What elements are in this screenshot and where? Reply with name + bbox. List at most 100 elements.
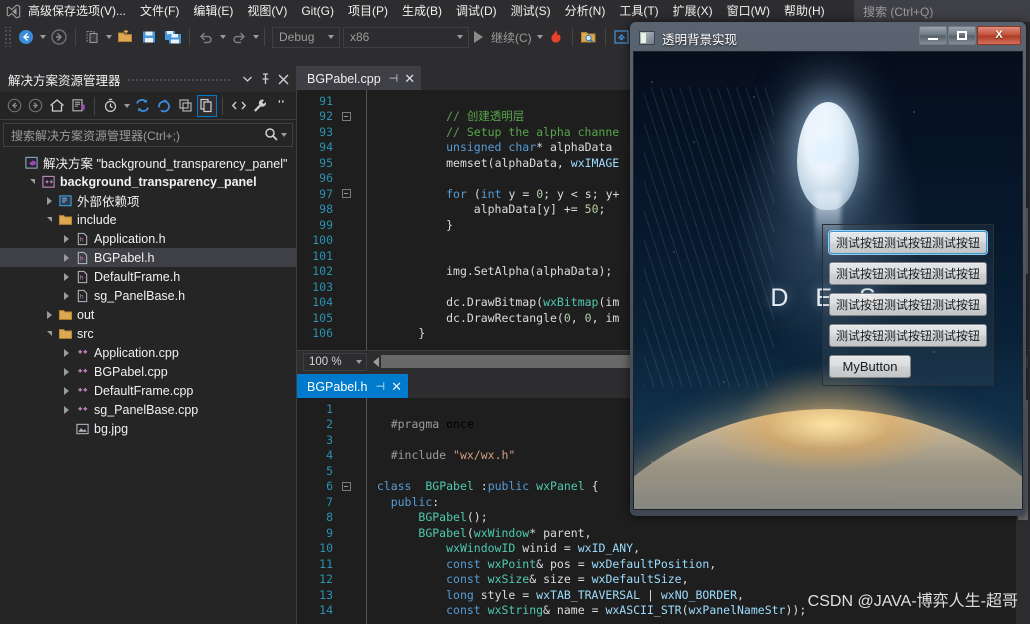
chevron-right-icon[interactable] [59,272,73,281]
se-collapse-all-button[interactable] [175,95,196,117]
transparent-background-app-window[interactable]: 透明背景实现 X D E S 测试按钮测试按钮测试按钮 测试按钮测试按钮测试按钮测… [630,22,1026,516]
minimize-button[interactable] [919,26,947,45]
undo-dropdown-icon[interactable] [220,35,226,39]
tree-item[interactable]: DefaultFrame.cpp [0,381,296,400]
panel-pin-button[interactable] [256,69,274,89]
se-show-all-files-button[interactable] [196,94,218,117]
hot-reload-button[interactable] [544,25,568,49]
chevron-right-icon[interactable] [59,348,73,357]
redo-dropdown-icon[interactable] [253,35,259,39]
se-home-button[interactable] [47,95,68,117]
global-search-input[interactable]: 搜索 (Ctrl+Q) [854,0,1030,22]
tree-item[interactable]: out [0,305,296,324]
chevron-right-icon[interactable] [59,253,73,262]
pin-icon[interactable]: ⊣ [389,72,399,85]
tree-item[interactable]: 外部依赖项 [0,191,296,210]
fold-toggle-icon[interactable]: − [335,189,357,199]
chevron-down-icon[interactable] [42,331,56,336]
chevron-right-icon[interactable] [42,310,56,319]
tree-item[interactable]: h DefaultFrame.h [0,267,296,286]
se-sync-button[interactable] [154,95,175,117]
fold-toggle-icon[interactable]: − [335,111,357,121]
se-properties-button[interactable] [250,95,271,117]
se-overflow-button[interactable] [271,95,292,117]
menu-item-test[interactable]: 测试(S) [504,0,558,22]
menu-item-view[interactable]: 视图(V) [240,0,294,22]
test-button-1[interactable]: 测试按钮测试按钮测试按钮 [829,231,987,254]
menu-item-build[interactable]: 生成(B) [395,0,449,22]
tab-bgpabel-cpp[interactable]: BGPabel.cpp ⊣ ✕ [297,66,422,90]
save-all-button[interactable] [161,25,185,49]
se-solution-overview-button[interactable] [69,95,90,117]
undo-button[interactable] [194,25,218,49]
new-item-dropdown-icon[interactable] [106,35,112,39]
se-nav-back-button[interactable] [4,95,25,117]
tree-item[interactable]: bg.jpg [0,419,296,438]
toolbar-grip[interactable] [4,27,12,47]
my-button[interactable]: MyButton [829,355,911,378]
menu-item-window[interactable]: 窗口(W) [720,0,777,22]
close-icon[interactable]: ✕ [391,379,402,395]
zoom-level-combo[interactable]: 100 % [303,352,367,371]
open-file-button[interactable] [113,25,137,49]
chevron-down-icon[interactable] [25,179,39,184]
start-debug-icon[interactable] [474,31,483,43]
solution-explorer-search-input[interactable]: 搜索解决方案资源管理器(Ctrl+;) [3,123,293,147]
tree-item[interactable]: h sg_PanelBase.h [0,286,296,305]
tab-bgpabel-h[interactable]: BGPabel.h ⊣ ✕ [297,374,408,398]
solution-configuration-combo[interactable]: Debug [272,26,340,48]
chevron-right-icon[interactable] [59,386,73,395]
navigate-back-button[interactable] [14,25,38,49]
pin-icon[interactable]: ⊣ [375,380,385,393]
tree-item[interactable]: 解决方案 "background_transparency_panel" [0,153,296,172]
chevron-down-icon[interactable] [42,217,56,222]
menu-item-advanced-save[interactable]: 高级保存选项(V)... [26,0,133,22]
tree-item[interactable]: background_transparency_panel [0,172,296,191]
redo-button[interactable] [227,25,251,49]
solution-tree[interactable]: 解决方案 "background_transparency_panel" back… [0,150,296,624]
tree-item[interactable]: src [0,324,296,343]
navigate-forward-button[interactable] [47,25,71,49]
chevron-right-icon[interactable] [59,367,73,376]
menu-item-debug[interactable]: 调试(D) [449,0,504,22]
start-debug-dropdown-icon[interactable] [536,35,543,39]
save-button[interactable] [137,25,161,49]
tree-item[interactable]: h Application.h [0,229,296,248]
maximize-button[interactable] [948,26,976,45]
scroll-left-arrow[interactable] [373,356,379,367]
find-in-files-button[interactable] [577,25,601,49]
chevron-right-icon[interactable] [59,291,73,300]
close-button[interactable]: X [977,26,1021,45]
new-item-button[interactable] [80,25,104,49]
tree-item[interactable]: sg_PanelBase.cpp [0,400,296,419]
se-nav-forward-button[interactable] [26,95,47,117]
tree-item[interactable]: Application.cpp [0,343,296,362]
menu-item-project[interactable]: 项目(P) [341,0,395,22]
test-button-4[interactable]: 测试按钮测试按钮测试按钮 [829,324,987,347]
menu-item-tools[interactable]: 工具(T) [612,0,665,22]
test-button-3[interactable]: 测试按钮测试按钮测试按钮 [829,293,987,316]
se-pending-changes-filter-button[interactable] [100,95,121,117]
se-refresh-button[interactable] [132,95,153,117]
fold-toggle-icon[interactable]: − [335,481,357,491]
tree-item[interactable]: h BGPabel.h [0,248,296,267]
se-view-code-button[interactable] [228,95,249,117]
search-dropdown-icon[interactable] [281,133,287,137]
panel-dropdown-button[interactable] [238,69,256,89]
chevron-right-icon[interactable] [42,196,56,205]
app-window-titlebar[interactable]: 透明背景实现 X [633,25,1023,51]
start-debug-label[interactable]: 继续(C) [488,29,535,46]
navigate-back-dropdown-icon[interactable] [40,35,46,39]
menu-item-git[interactable]: Git(G) [294,0,341,22]
menu-item-edit[interactable]: 编辑(E) [186,0,240,22]
tree-item[interactable]: BGPabel.cpp [0,362,296,381]
panel-close-button[interactable] [274,69,292,89]
test-button-2[interactable]: 测试按钮测试按钮测试按钮 [829,262,987,285]
menu-item-help[interactable]: 帮助(H) [777,0,832,22]
tree-item[interactable]: include [0,210,296,229]
close-icon[interactable]: ✕ [404,71,415,87]
se-filter-dropdown-icon[interactable] [123,103,130,108]
chevron-right-icon[interactable] [59,234,73,243]
solution-platform-combo[interactable]: x86 [343,26,469,48]
menu-item-analyze[interactable]: 分析(N) [558,0,613,22]
